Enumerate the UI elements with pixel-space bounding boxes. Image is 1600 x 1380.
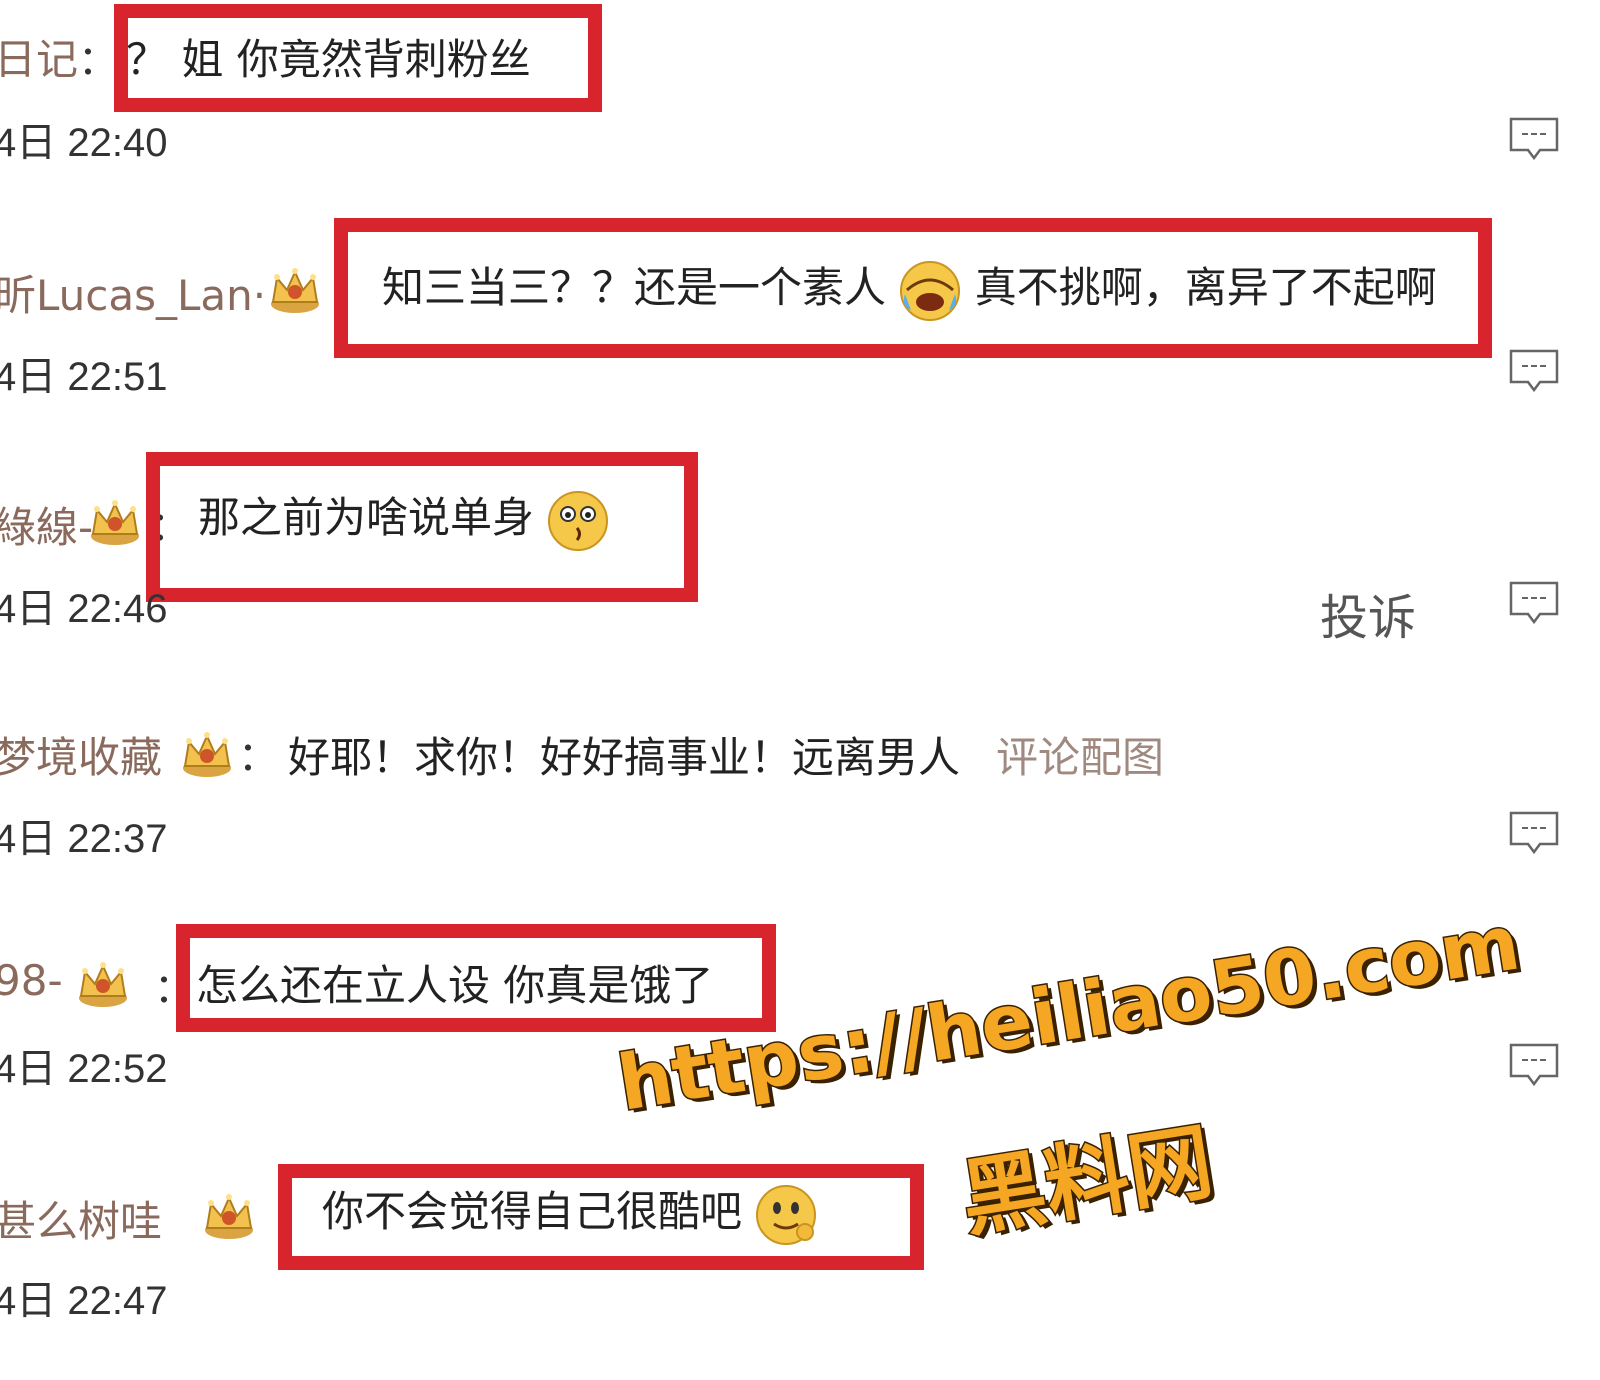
highlight-box — [114, 4, 602, 112]
comment-image-link[interactable]: 评论配图 — [996, 724, 1164, 785]
reply-icon[interactable] — [1508, 348, 1560, 396]
comment-colon: ： — [78, 38, 118, 84]
crown-badge-icon — [180, 728, 234, 778]
comment-time: 4日 22:46 — [0, 587, 168, 631]
comment-time: 4日 22:52 — [0, 1047, 168, 1091]
crown-badge-icon — [202, 1190, 256, 1240]
comment-username[interactable]: 昕Lucas_Lan· — [0, 262, 266, 323]
comment-time: 4日 22:47 — [0, 1279, 168, 1323]
crown-badge-icon — [76, 958, 130, 1008]
reply-icon[interactable] — [1508, 116, 1560, 164]
comment-username[interactable]: 甚么树哇 — [0, 1188, 162, 1249]
comment-username[interactable]: 98- — [0, 956, 63, 1005]
complain-button[interactable]: 投诉 — [1320, 578, 1416, 648]
comment-username[interactable]: 綠線- — [0, 494, 93, 555]
comment-text: 好耶！求你！好好搞事业！远离男人 — [288, 733, 961, 782]
highlight-box — [278, 1164, 924, 1270]
comment-time: 4日 22:40 — [0, 121, 168, 165]
comment-username[interactable]: 日记 — [0, 26, 78, 87]
reply-icon[interactable] — [1508, 1042, 1560, 1090]
crown-badge-icon — [268, 264, 322, 314]
highlight-box — [176, 924, 776, 1032]
highlight-box — [334, 218, 1492, 358]
comment-time: 4日 22:37 — [0, 817, 168, 861]
comment-time: 4日 22:51 — [0, 355, 168, 399]
crown-badge-icon — [88, 496, 142, 546]
comment-colon: ： — [238, 734, 278, 780]
reply-icon[interactable] — [1508, 810, 1560, 858]
watermark-site: 黑料网 — [953, 1111, 1220, 1250]
highlight-box — [146, 452, 698, 602]
reply-icon[interactable] — [1508, 580, 1560, 628]
comment-username[interactable]: 梦境收藏 — [0, 724, 162, 785]
